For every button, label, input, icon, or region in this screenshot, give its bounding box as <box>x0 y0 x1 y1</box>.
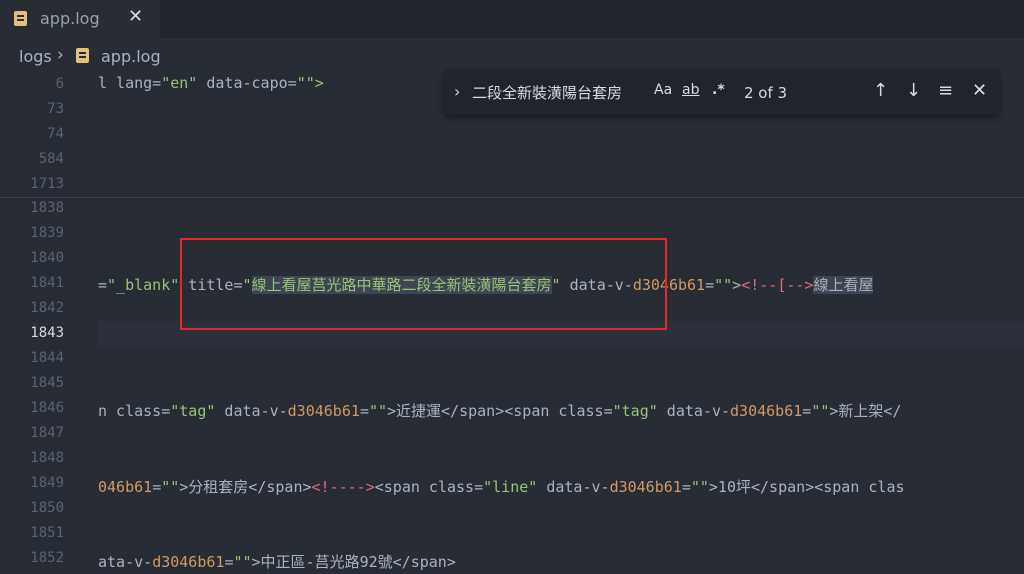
code-token: 046b61 <box>98 478 153 496</box>
match-count: 2 of 3 <box>744 84 788 102</box>
line-number: 73 <box>47 101 64 117</box>
chevron-right-icon: › <box>57 45 64 65</box>
line-number-gutter: 6 73 74 584 1713 1838 1839 1840 1841 184… <box>0 72 80 574</box>
line-number: 1845 <box>30 375 64 391</box>
code-token: > <box>732 276 742 294</box>
previous-match-icon[interactable]: ↑ <box>873 80 888 101</box>
code-token: "line" <box>483 478 538 496</box>
code-token: "" <box>161 478 180 496</box>
close-icon[interactable]: ✕ <box>128 6 143 27</box>
toggle-replace-chevron-icon[interactable]: › <box>454 82 460 101</box>
code-token: = <box>98 276 108 294</box>
code-token: = <box>152 478 162 496</box>
line-number: 1852 <box>30 550 64 566</box>
find-in-selection-icon[interactable]: ≡ <box>938 80 953 101</box>
code-token: "en" <box>161 74 198 92</box>
line-number: 1713 <box>30 176 64 192</box>
code-token: <!----> <box>311 478 375 496</box>
line-number: 1848 <box>30 450 64 466</box>
line-number: 1842 <box>30 300 64 316</box>
line-number: 1849 <box>30 475 64 491</box>
code-token: "" <box>368 402 387 420</box>
code-token: >分租套房</span> <box>179 478 312 496</box>
line-number: 6 <box>55 76 64 92</box>
code-token: data-capo= <box>197 74 297 92</box>
code-line-6[interactable]: l lang="en" data-capo=""> <box>98 74 324 92</box>
code-token: <!--[--> <box>741 276 814 294</box>
line-number-active: 1843 <box>30 325 64 341</box>
find-input[interactable]: 二段全新裝潢陽台套房 <box>472 82 662 103</box>
code-token: = <box>705 276 715 294</box>
match-case-icon[interactable]: Aa <box>654 82 672 98</box>
close-icon[interactable]: ✕ <box>972 80 987 101</box>
code-token: "" <box>714 276 733 294</box>
line-number: 1839 <box>30 225 64 241</box>
line-number: 1841 <box>30 275 64 291</box>
code-token: data-v- <box>537 478 610 496</box>
file-icon <box>76 48 89 63</box>
line-number: 1844 <box>30 350 64 366</box>
code-token: l lang= <box>98 74 162 92</box>
tab-app-log[interactable]: app.log ✕ <box>0 0 160 38</box>
code-token: "_blank" <box>107 276 180 294</box>
line-number: 1847 <box>30 425 64 441</box>
whole-word-icon[interactable]: ab <box>682 82 699 98</box>
line-number: 1838 <box>30 200 64 216</box>
breadcrumb: logs › app.log <box>0 38 1024 72</box>
file-icon <box>14 11 27 26</box>
tab-bar: app.log ✕ <box>0 0 1024 38</box>
code-token: n class= <box>98 402 171 420</box>
search-match-highlight: 線上看屋 <box>813 276 874 294</box>
code-token: d3046b61 <box>730 402 803 420</box>
code-line-1852[interactable]: ata-v-d3046b61="">中正區-莒光路92號</span> <box>98 551 456 572</box>
line-number: 584 <box>38 151 64 167</box>
line-number: 74 <box>47 126 64 142</box>
code-token: = <box>681 478 691 496</box>
find-widget: › 二段全新裝潢陽台套房 Aa ab .* 2 of 3 ↑ ↓ ≡ ✕ <box>444 70 999 115</box>
code-token: data-v- <box>657 402 731 420</box>
code-line-1846[interactable]: n class="tag" data-v-d3046b61="">近捷運</sp… <box>98 400 901 421</box>
code-token: "" <box>690 478 709 496</box>
code-token: = <box>802 402 812 420</box>
regex-icon[interactable]: .* <box>712 82 725 98</box>
sticky-scroll-divider <box>0 197 1024 198</box>
breadcrumb-file[interactable]: app.log <box>101 47 161 66</box>
code-token: d3046b61 <box>609 478 682 496</box>
code-token: "tag" <box>612 402 658 420</box>
code-token: "" <box>811 402 830 420</box>
code-token: >中正區-莒光路92號</span> <box>251 553 456 571</box>
code-token: >10坪</span><span clas <box>708 478 905 496</box>
line-number: 1840 <box>30 250 64 266</box>
line-number: 1846 <box>30 400 64 416</box>
code-token: d3046b61 <box>287 402 360 420</box>
code-token: = <box>359 402 369 420</box>
code-token: >新上架</ <box>829 402 902 420</box>
code-token: "tag" <box>170 402 216 420</box>
code-token: "" <box>233 553 252 571</box>
code-line-1849[interactable]: 046b61="">分租套房</span><!----><span class=… <box>98 476 905 497</box>
code-token: ata-v- <box>98 553 153 571</box>
code-token: ""> <box>296 74 324 92</box>
breadcrumb-folder[interactable]: logs <box>19 47 52 66</box>
annotation-highlight-box <box>180 238 667 330</box>
tab-label: app.log <box>40 9 100 28</box>
code-token: >近捷運</span><span class= <box>387 402 613 420</box>
code-token: data-v- <box>215 402 288 420</box>
next-match-icon[interactable]: ↓ <box>906 80 921 101</box>
line-number: 1851 <box>30 525 64 541</box>
line-number: 1850 <box>30 500 64 516</box>
code-token: d3046b61 <box>152 553 225 571</box>
code-token: <span class= <box>374 478 484 496</box>
